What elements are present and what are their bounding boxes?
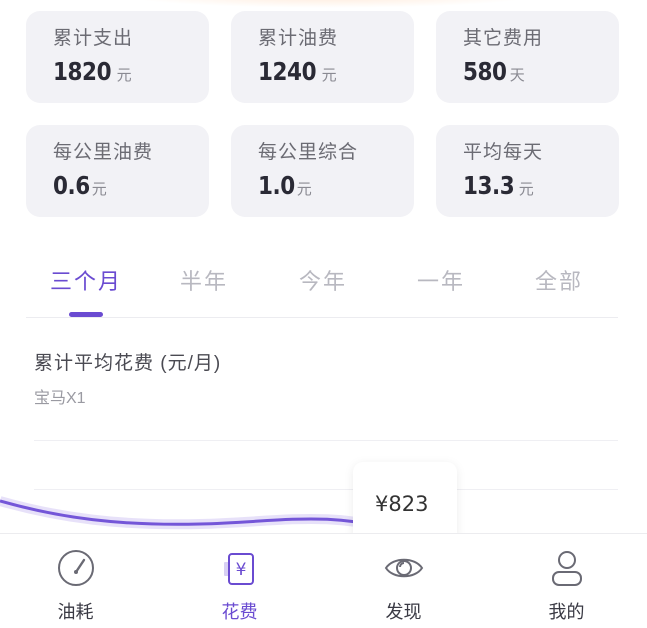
yen-bill-icon: ¥ <box>224 553 254 585</box>
tabbar-label: 发现 <box>385 602 422 622</box>
tab-all[interactable]: 全部 <box>499 264 619 296</box>
tooltip-value: ¥823 <box>375 492 429 516</box>
svg-text:¥: ¥ <box>236 560 247 580</box>
stat-unit: 元 <box>518 181 534 198</box>
stat-label: 累计支出 <box>53 28 134 49</box>
stat-label: 其它费用 <box>463 28 544 49</box>
period-tabs: 三个月 半年 今年 一年 全部 <box>26 264 618 318</box>
stat-label: 累计油费 <box>258 28 339 49</box>
stat-unit: 元 <box>91 181 107 198</box>
stat-unit: 元 <box>296 181 312 198</box>
stat-unit: 天 <box>509 67 525 84</box>
bottom-tab-bar: 油耗 ¥ 花费 发现 我的 <box>0 533 647 628</box>
tab-one-year[interactable]: 一年 <box>381 264 501 296</box>
tabbar-item-fuel[interactable]: 油耗 <box>0 534 156 628</box>
gauge-icon <box>58 550 94 586</box>
stat-card-other-costs[interactable]: 其它费用 580 天 <box>436 11 619 103</box>
stat-value: 1240 <box>258 57 317 86</box>
tab-three-months[interactable]: 三个月 <box>26 264 146 296</box>
tabbar-label: 花费 <box>221 602 258 622</box>
tab-active-indicator <box>69 312 103 317</box>
stat-label: 每公里油费 <box>53 142 154 163</box>
stat-label: 每公里综合 <box>258 142 359 163</box>
stat-value: 1820 <box>53 57 112 86</box>
tabbar-item-spend[interactable]: ¥ 花费 <box>159 534 320 628</box>
stat-card-total-spend[interactable]: 累计支出 1820 元 <box>26 11 209 103</box>
tab-this-year[interactable]: 今年 <box>263 264 383 296</box>
section-title: 累计平均花费 (元/月) <box>34 353 222 374</box>
stat-card-daily-average[interactable]: 平均每天 13.3 元 <box>436 125 619 217</box>
tabbar-item-me[interactable]: 我的 <box>486 534 647 628</box>
top-glow <box>120 0 540 8</box>
user-icon <box>552 551 582 586</box>
tabbar-label: 油耗 <box>57 602 94 622</box>
stat-value: 0.6 <box>53 171 90 200</box>
stat-value: 1.0 <box>258 171 295 200</box>
stat-value: 13.3 <box>463 171 515 200</box>
stats-grid: 累计支出 1820 元 累计油费 1240 元 其它费用 580 天 每公里油费 0.… <box>26 11 619 217</box>
section-subtitle: 宝马X1 <box>34 390 86 407</box>
spend-curve-glow <box>0 496 402 535</box>
tab-half-year[interactable]: 半年 <box>144 264 264 296</box>
stat-unit: 元 <box>321 67 337 84</box>
tabbar-label: 我的 <box>548 602 585 622</box>
chart-tooltip: ¥823 <box>353 462 457 542</box>
stat-unit: 元 <box>116 67 132 84</box>
stat-value: 580 <box>463 57 507 86</box>
stat-label: 平均每天 <box>463 142 544 163</box>
spend-chart <box>0 496 402 535</box>
eye-icon <box>384 558 424 578</box>
tabbar-item-discover[interactable]: 发现 <box>323 534 484 628</box>
stat-card-fuel-per-km[interactable]: 每公里油费 0.6 元 <box>26 125 209 217</box>
stat-card-total-fuel[interactable]: 累计油费 1240 元 <box>231 11 414 103</box>
stat-card-total-per-km[interactable]: 每公里综合 1.0 元 <box>231 125 414 217</box>
